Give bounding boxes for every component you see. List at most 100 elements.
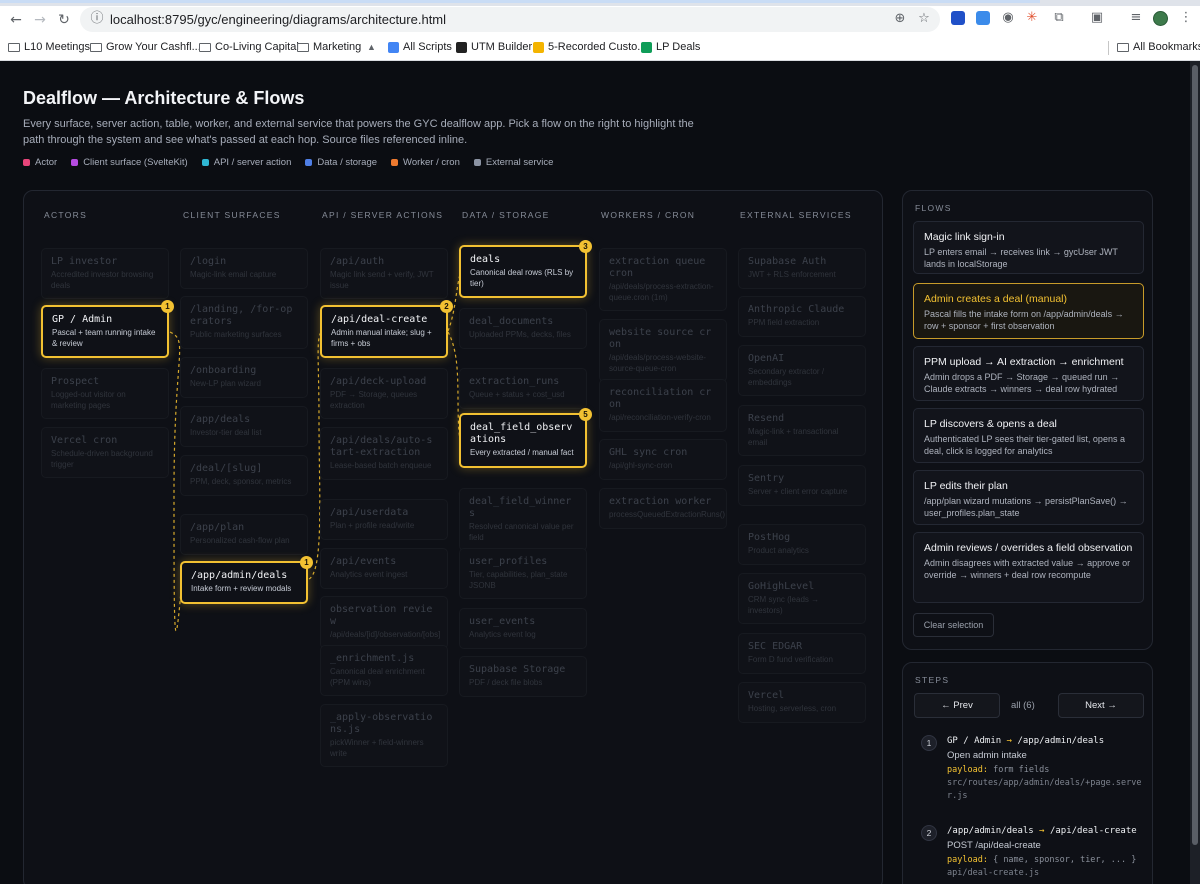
node-api-deck-upload[interactable]: /api/deck-upload PDF → Storage, queues ex… (320, 368, 448, 419)
node-subtitle: Secondary extractor / embeddings (748, 367, 825, 387)
node-app-admin-deals[interactable]: /app/admin/deals Intake form + review mod… (180, 556, 313, 604)
clear-selection-button[interactable]: Clear selection (913, 613, 994, 637)
node-title: /api/deal-create (331, 314, 428, 325)
node-apply-observations-js[interactable]: _apply-observations.js pickWinner + field… (320, 704, 448, 767)
node-vercel[interactable]: Vercel Hosting, serverless, cron (738, 682, 866, 723)
node-ghl-sync-cron[interactable]: GHL sync cron/api/ghl-sync-cron (599, 439, 727, 480)
node-onboarding[interactable]: /onboarding New-LP plan wizard (180, 357, 308, 398)
steps-heading: STEPS (915, 675, 950, 685)
bookmark-star-icon[interactable]: ☆ (916, 11, 932, 27)
extension-icon-2[interactable] (976, 11, 990, 25)
node-sec-edgar[interactable]: SEC EDGAR Form D fund verification (738, 633, 866, 674)
step-badge: 5 (579, 408, 592, 421)
zoom-icon[interactable]: ⊕ (892, 11, 908, 27)
step-payload: payload: { name, sponsor, tier, ... } (947, 853, 1147, 867)
node-user-profiles[interactable]: user_profiles Tier, capabilities, plan_st… (459, 548, 587, 599)
page-scrollbar[interactable] (1190, 61, 1200, 884)
flow-magic-link-sign-in[interactable]: Magic link sign-in LP enters email → rece… (913, 221, 1144, 274)
bookmark-co-living-capital[interactable]: Co-Living Capital (199, 39, 299, 55)
forward-icon[interactable]: → (30, 10, 50, 30)
node-deal-field-winners[interactable]: deal_field_winners Resolved canonical val… (459, 488, 587, 551)
node-api-userdata[interactable]: /api/userdata Plan + profile read/write (320, 499, 448, 540)
node-deals-table[interactable]: deals Canonical deal rows (RLS by tier) 3 (459, 240, 592, 298)
column-header-client: CLIENT SURFACES (183, 210, 281, 220)
node-extraction-queue-cron[interactable]: extraction queue cron/api/deals/process-… (599, 248, 727, 311)
page-description: Every surface, server action, table, wor… (23, 118, 694, 146)
scrollbar-thumb[interactable] (1192, 65, 1198, 845)
reload-icon[interactable]: ↻ (54, 10, 74, 30)
node-api-deal-create[interactable]: /api/deal-create Admin manual intake; slu… (320, 300, 453, 358)
node-user-events[interactable]: user_events Analytics event log (459, 608, 587, 649)
browser-chrome: ← → ↻ ⓘ localhost:8795/gyc/engineering/d… (0, 0, 1200, 61)
menu-kebab-icon[interactable]: ⋮ (1177, 9, 1195, 27)
node-title: /api/events (330, 556, 397, 567)
node-subtitle: /api/deals/process-website-source-queue-… (609, 353, 706, 373)
next-step-button[interactable]: Next → (1058, 693, 1144, 718)
node-supabase-storage[interactable]: Supabase Storage PDF / deck file blobs (459, 656, 587, 697)
flow-admin-creates-deal[interactable]: Admin creates a deal (manual) Pascal fill… (913, 283, 1144, 339)
node-posthog[interactable]: PostHog Product analytics (738, 524, 866, 565)
media-controls-icon[interactable]: ≡ (1127, 9, 1145, 27)
architecture-diagram: ACTORS CLIENT SURFACES API / SERVER ACTI… (23, 190, 883, 884)
node-app-plan[interactable]: /app/plan Personalized cash-flow plan (180, 514, 308, 555)
node-anthropic-claude[interactable]: Anthropic Claude PPM field extraction (738, 296, 866, 337)
tab-search-icon[interactable]: ▣ (1088, 9, 1106, 27)
triangle-bookmark-icon[interactable]: ▲ (367, 39, 376, 55)
flows-heading: FLOWS (915, 203, 952, 213)
node-api-auto-start-extraction[interactable]: /api/deals/auto-start-extraction Lease-ba… (320, 427, 448, 480)
flow-lp-discovers-deal[interactable]: LP discovers & opens a deal Authenticated… (913, 408, 1144, 463)
camera-extension-icon[interactable]: ◉ (999, 9, 1017, 27)
node-deal-documents[interactable]: deal_documents Uploaded PPMs, decks, file… (459, 308, 587, 349)
node-enrichment-js[interactable]: _enrichment.js Canonical deal enrichment … (320, 645, 448, 696)
node-prospect[interactable]: Prospect Logged-out visitor on marketing … (41, 368, 169, 419)
node-title: deals (470, 254, 501, 265)
flow-lp-edits-plan[interactable]: LP edits their plan/app/plan wizard muta… (913, 470, 1144, 525)
node-supabase-auth[interactable]: Supabase Auth JWT + RLS enforcement (738, 248, 866, 289)
node-title: Sentry (748, 473, 785, 484)
bookmark-utm-builder[interactable]: UTM Builder (456, 39, 532, 55)
folder-icon (90, 42, 102, 52)
node-website-source-cron[interactable]: website source cron/api/deals/process-we… (599, 319, 727, 382)
bookmark-grow-your-cashflow[interactable]: Grow Your Cashfl... (90, 39, 201, 55)
node-reconciliation-cron[interactable]: reconciliation cron/api/reconciliation-v… (599, 379, 727, 432)
url-text[interactable]: localhost:8795/gyc/engineering/diagrams/… (110, 12, 446, 27)
flow-ppm-upload-extraction[interactable]: PPM upload → AI extraction → enrichment A… (913, 346, 1144, 401)
node-sentry[interactable]: Sentry Server + client error capture (738, 465, 866, 506)
prev-step-button[interactable]: ← Prev (914, 693, 1000, 718)
drive-icon (533, 41, 544, 53)
node-deal-field-observations[interactable]: deal_field_observations Every extracted /… (459, 408, 592, 468)
node-login[interactable]: /login Magic-link email capture (180, 248, 308, 289)
bookmark-lp-deals[interactable]: LP Deals (641, 39, 700, 55)
back-icon[interactable]: ← (6, 10, 26, 30)
all-bookmarks[interactable]: All Bookmarks (1117, 39, 1200, 55)
flow-admin-reviews-observation[interactable]: Admin reviews / overrides a field observ… (913, 532, 1144, 603)
bookmark-recorded-custo[interactable]: 5-Recorded Custo... (533, 39, 646, 55)
node-extraction-runs[interactable]: extraction_runs Queue + status + cost_usd (459, 368, 587, 409)
profile-avatar[interactable] (1153, 11, 1168, 26)
node-app-deals[interactable]: /app/deals Investor-tier deal list (180, 406, 308, 447)
node-resend[interactable]: Resend Magic-link + transactional email (738, 405, 866, 456)
bookmark-marketing[interactable]: Marketing (297, 39, 361, 55)
node-api-events[interactable]: /api/events Analytics event ingest (320, 548, 448, 589)
node-gohighlevel[interactable]: GoHighLevel CRM sync (leads → investors) (738, 573, 866, 624)
node-landing[interactable]: /landing, /for-operators Public marketing… (180, 296, 308, 349)
claude-extension-icon[interactable]: ✳ (1023, 9, 1041, 27)
bookmark-l10-meetings[interactable]: L10 Meetings (8, 39, 90, 55)
site-info-icon[interactable]: ⓘ (89, 11, 105, 27)
node-lp-investor[interactable]: LP investor Accredited investor browsing … (41, 248, 169, 299)
legend-item-client: Client surface (SvelteKit) (71, 155, 188, 169)
address-bar[interactable]: ⓘ localhost:8795/gyc/engineering/diagram… (80, 7, 940, 32)
bookmark-all-scripts[interactable]: All Scripts (388, 39, 452, 55)
node-openai[interactable]: OpenAI Secondary extractor / embeddings (738, 345, 866, 396)
node-title: deal_field_winners (469, 496, 572, 519)
node-vercel-cron[interactable]: Vercel cron Schedule-driven background tr… (41, 427, 169, 478)
node-extraction-worker[interactable]: extraction worker processQueuedExtraction… (599, 488, 727, 529)
node-observation-review[interactable]: observation review/api/deals/[id]/observ… (320, 596, 448, 649)
node-subtitle: PPM field extraction (748, 318, 820, 327)
extensions-puzzle-icon[interactable]: ⧉ (1050, 9, 1068, 27)
node-deal-slug[interactable]: /deal/[slug] PPM, deck, sponsor, metrics (180, 455, 308, 496)
node-api-auth[interactable]: /api/auth Magic link send + verify, JWT i… (320, 248, 448, 299)
payload-label: payload: (947, 765, 988, 775)
node-gp-admin[interactable]: GP / Admin Pascal + team running intake &… (41, 300, 174, 358)
extension-icon-1[interactable] (951, 11, 965, 25)
